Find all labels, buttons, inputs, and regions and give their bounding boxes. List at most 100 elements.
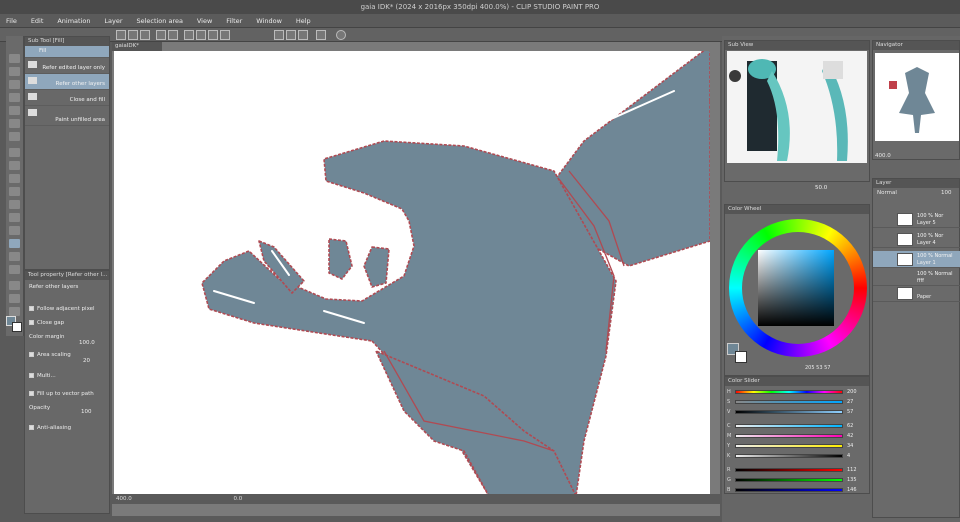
menu-selection-area[interactable]: Selection area	[130, 14, 189, 28]
transform-icon[interactable]	[196, 30, 206, 40]
menu-animation[interactable]: Animation	[51, 14, 96, 28]
new-icon[interactable]	[116, 30, 126, 40]
move-tool-icon[interactable]	[9, 67, 20, 76]
sub-color-swatch[interactable]	[12, 322, 22, 332]
antialias-checkbox[interactable]: Anti-aliasing	[29, 425, 71, 431]
color-slider-h[interactable]	[735, 390, 843, 394]
zoom-readout[interactable]: 400.0	[116, 496, 132, 502]
sv-square[interactable]	[758, 250, 834, 326]
subtool-paint-unfilled[interactable]: Paint unfilled area	[25, 106, 109, 126]
navigator-preview[interactable]	[875, 53, 959, 141]
subtool-header: Sub Tool [Fill]	[25, 37, 109, 46]
layer-row[interactable]: 100 % Nor Layer 4	[873, 231, 960, 248]
snap-ruler-icon[interactable]	[274, 30, 284, 40]
undo-icon[interactable]	[156, 30, 166, 40]
menu-help[interactable]: Help	[290, 14, 317, 28]
color-slider-m[interactable]	[735, 434, 843, 438]
layer-row[interactable]: 100 % Nor Layer 5	[873, 211, 960, 228]
balloon-tool-icon[interactable]	[9, 294, 20, 303]
menu-edit[interactable]: Edit	[25, 14, 50, 28]
slider-value[interactable]: 57	[847, 409, 853, 415]
decoration-tool-icon[interactable]	[9, 200, 20, 209]
snap-grid-icon[interactable]	[298, 30, 308, 40]
slider-value[interactable]: 4	[847, 453, 850, 459]
follow-adjacent-checkbox[interactable]: Follow adjacent pixel	[29, 306, 95, 312]
opacity-value[interactable]: 100	[81, 409, 92, 415]
color-slider-g[interactable]	[735, 478, 843, 482]
color-slider-b[interactable]	[735, 488, 843, 492]
color-slider-s[interactable]	[735, 400, 843, 404]
lasso-tool-icon[interactable]	[9, 106, 20, 115]
subtool-tab-fill[interactable]: Fill	[25, 46, 109, 58]
color-slider-v[interactable]	[735, 410, 843, 414]
sub-color-swatch-wheel[interactable]	[735, 351, 747, 363]
selection-tool-icon[interactable]	[9, 93, 20, 102]
layer-row-selected[interactable]: 100 % Normal Layer 1	[873, 251, 960, 268]
layer-mode: 100 % Nor	[917, 213, 944, 219]
blend-tool-icon[interactable]	[9, 226, 20, 235]
paper-layer-row[interactable]: Paper	[873, 285, 960, 302]
save-icon[interactable]	[140, 30, 150, 40]
color-select-icon[interactable]	[316, 30, 326, 40]
operation-tool-icon[interactable]	[9, 80, 20, 89]
auto-select-tool-icon[interactable]	[9, 119, 20, 128]
menu-filter[interactable]: Filter	[220, 14, 248, 28]
snap-special-ruler-icon[interactable]	[286, 30, 296, 40]
navigator-zoom[interactable]: 400.0	[875, 153, 891, 159]
correct-line-tool-icon[interactable]	[9, 307, 20, 316]
slider-value[interactable]: 42	[847, 433, 853, 439]
subview-zoom[interactable]: 50.0	[815, 185, 827, 191]
slider-value[interactable]: 34	[847, 443, 853, 449]
close-gap-checkbox[interactable]: Close gap	[29, 320, 64, 326]
move-icon[interactable]	[208, 30, 218, 40]
layer-folder-row[interactable]: 100 % Normal ffff	[873, 269, 960, 286]
slider-value[interactable]: 200	[847, 389, 857, 395]
slider-value[interactable]: 146	[847, 487, 857, 493]
airbrush-tool-icon[interactable]	[9, 187, 20, 196]
subtool-refer-edited[interactable]: Refer edited layer only	[25, 58, 109, 74]
pen-tool-icon[interactable]	[9, 148, 20, 157]
slider-value[interactable]: 27	[847, 399, 853, 405]
clear-icon[interactable]	[184, 30, 194, 40]
blend-mode-select[interactable]: Normal	[877, 190, 897, 196]
area-scaling-value[interactable]: 20	[83, 358, 90, 364]
color-slider-c[interactable]	[735, 424, 843, 428]
color-slider-k[interactable]	[735, 454, 843, 458]
brush-tool-icon[interactable]	[9, 174, 20, 183]
menu-view[interactable]: View	[191, 14, 218, 28]
color-margin-value[interactable]: 100.0	[79, 340, 95, 346]
pencil-tool-icon[interactable]	[9, 161, 20, 170]
layer-opacity[interactable]: 100	[941, 190, 952, 196]
angle-readout[interactable]: 0.0	[234, 496, 243, 502]
eyedropper-tool-icon[interactable]	[9, 132, 20, 141]
redo-icon[interactable]	[168, 30, 178, 40]
multi-checkbox[interactable]: Multi...	[29, 373, 56, 379]
menu-layer[interactable]: Layer	[98, 14, 128, 28]
slider-value[interactable]: 112	[847, 467, 857, 473]
crop-icon[interactable]	[220, 30, 230, 40]
subtool-refer-other[interactable]: Refer other layers	[25, 74, 109, 90]
color-slider-r[interactable]	[735, 468, 843, 472]
color-slider-y[interactable]	[735, 444, 843, 448]
info-icon[interactable]	[336, 30, 346, 40]
finger-shape	[363, 246, 390, 288]
slider-label: B	[727, 487, 731, 493]
reference-image[interactable]	[727, 51, 867, 163]
menu-window[interactable]: Window	[250, 14, 288, 28]
open-icon[interactable]	[128, 30, 138, 40]
drawing-canvas[interactable]	[114, 51, 710, 496]
figure-tool-icon[interactable]	[9, 265, 20, 274]
text-tool-icon[interactable]	[9, 281, 20, 290]
slider-value[interactable]: 135	[847, 477, 857, 483]
eraser-tool-icon[interactable]	[9, 213, 20, 222]
gradient-tool-icon[interactable]	[9, 252, 20, 261]
area-scaling-checkbox[interactable]: Area scaling	[29, 352, 71, 358]
colorwheel-header: Color Wheel	[725, 205, 869, 214]
menu-file[interactable]: File	[0, 14, 23, 28]
fill-vector-checkbox[interactable]: Fill up to vector path	[29, 391, 94, 397]
slider-value[interactable]: 62	[847, 423, 853, 429]
subtool-close-fill[interactable]: Close and fill	[25, 90, 109, 106]
zoom-tool-icon[interactable]	[9, 54, 20, 63]
document-tab[interactable]: gaiaIDK*	[112, 42, 162, 51]
fill-tool-icon[interactable]	[9, 239, 20, 248]
